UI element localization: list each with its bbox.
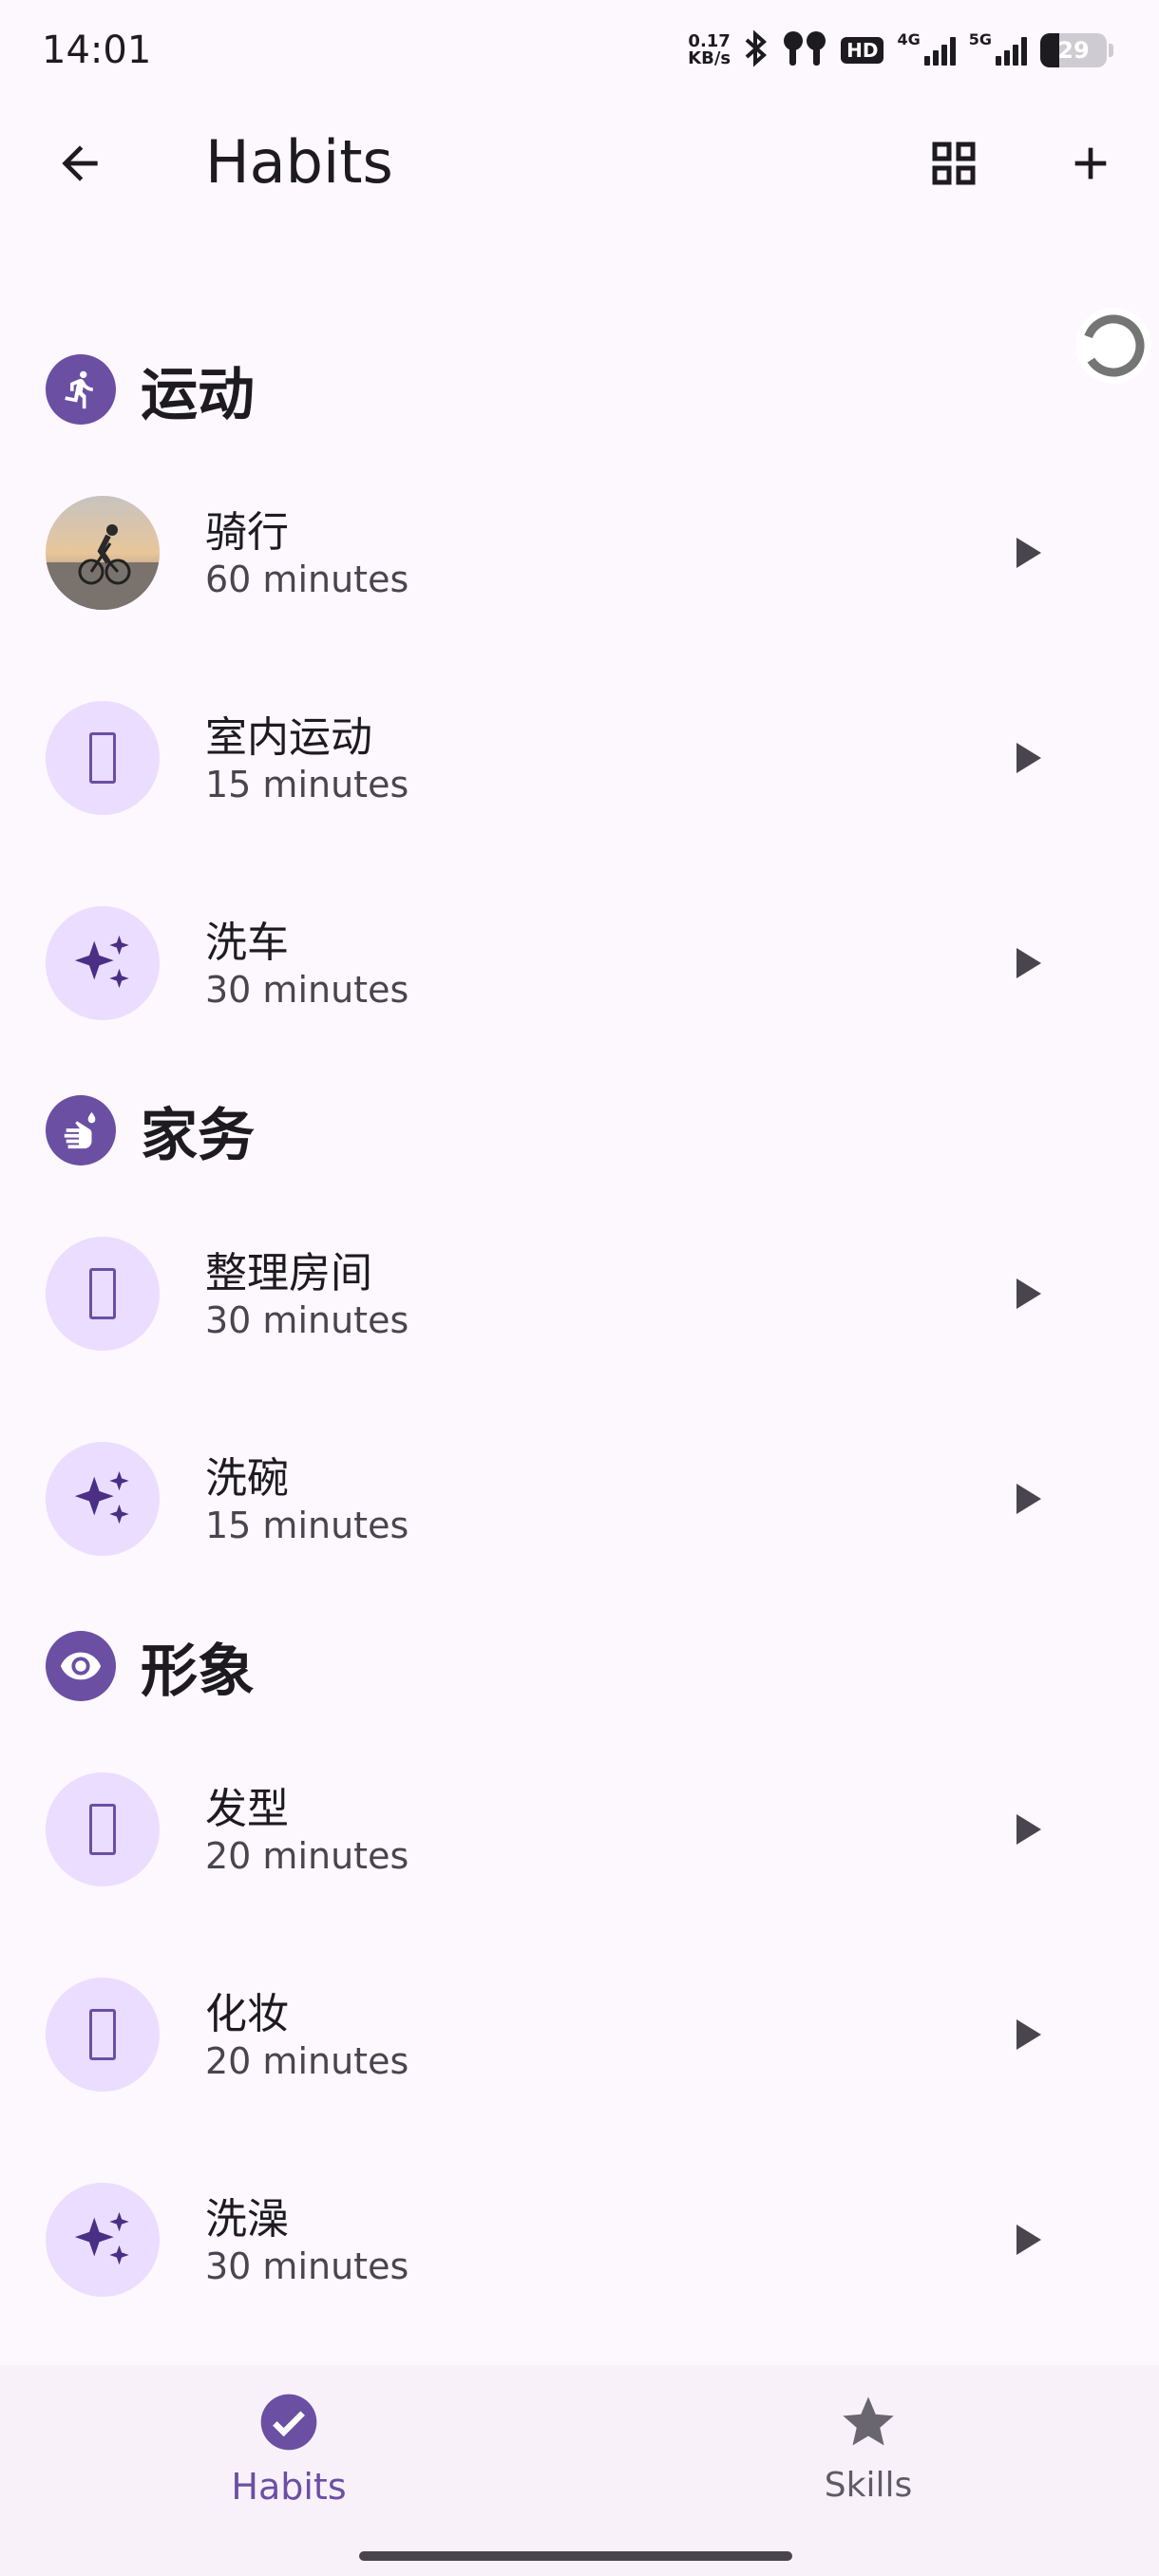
sparkle-icon xyxy=(74,935,129,989)
hd-voice-badge: HD xyxy=(841,37,884,64)
habit-item[interactable]: 骑行 60 minutes xyxy=(0,460,1159,650)
habit-name: 发型 xyxy=(205,1785,289,1833)
habit-avatar xyxy=(46,1237,160,1351)
missing-glyph-icon xyxy=(89,732,116,784)
play-button[interactable] xyxy=(980,712,1072,804)
play-icon xyxy=(1016,948,1041,978)
missing-glyph-icon xyxy=(89,1804,116,1855)
play-button[interactable] xyxy=(980,2194,1072,2285)
play-button[interactable] xyxy=(980,1989,1072,2080)
signal-1-label: 4G xyxy=(897,30,921,48)
habit-duration: 30 minutes xyxy=(205,2245,409,2287)
habit-avatar xyxy=(46,701,160,815)
cycling-photo xyxy=(46,496,160,610)
habit-avatar xyxy=(46,1442,160,1556)
sparkle-icon xyxy=(74,1470,129,1525)
habit-item[interactable]: 整理房间 30 minutes xyxy=(0,1201,1159,1391)
habit-name: 骑行 xyxy=(205,508,289,557)
battery-icon: 29 xyxy=(1040,33,1107,67)
play-icon xyxy=(1016,2019,1041,2050)
status-time: 14:01 xyxy=(42,28,152,72)
play-button[interactable] xyxy=(980,1784,1072,1875)
habit-duration: 15 minutes xyxy=(205,1505,409,1546)
habit-name: 洗车 xyxy=(205,919,289,967)
habit-duration: 30 minutes xyxy=(205,969,409,1011)
play-icon xyxy=(1016,538,1041,568)
missing-glyph-icon xyxy=(89,2009,116,2060)
habit-item[interactable]: 洗碗 15 minutes xyxy=(0,1406,1159,1596)
nav-label: Habits xyxy=(231,2466,347,2508)
play-icon xyxy=(1016,1814,1041,1845)
nav-item-habits[interactable]: Habits xyxy=(146,2388,431,2530)
grid-view-button[interactable] xyxy=(908,118,999,209)
arrow-back-icon xyxy=(62,145,98,181)
nav-item-skills[interactable]: Skills xyxy=(726,2388,1011,2530)
network-speed: 0.17 KB/s xyxy=(688,31,732,68)
star-icon xyxy=(834,2388,902,2456)
habit-item[interactable]: 发型 20 minutes xyxy=(0,1736,1159,1926)
bluetooth-icon xyxy=(744,29,769,71)
habit-item[interactable]: 洗澡 30 minutes xyxy=(0,2147,1159,2337)
running-icon xyxy=(46,354,116,425)
habit-name: 洗碗 xyxy=(205,1454,289,1503)
play-button[interactable] xyxy=(980,1453,1072,1544)
play-button[interactable] xyxy=(980,918,1072,1009)
play-button[interactable] xyxy=(980,1248,1072,1339)
nav-label: Skills xyxy=(824,2466,913,2505)
add-icon xyxy=(1074,147,1107,180)
habit-duration: 60 minutes xyxy=(205,559,409,600)
play-icon xyxy=(1016,1279,1041,1309)
battery-level: 29 xyxy=(1057,37,1090,64)
status-icons: 0.17 KB/s HD 4G 5G 29 xyxy=(688,27,1113,74)
signal-strength-icon xyxy=(996,35,1027,66)
earbuds-icon xyxy=(782,29,827,71)
habit-avatar xyxy=(46,1772,160,1886)
section-header-sports: 运动 xyxy=(46,353,255,428)
hand-wash-icon xyxy=(46,1095,116,1165)
habit-item[interactable]: 洗车 30 minutes xyxy=(0,870,1159,1060)
status-bar: 14:01 0.17 KB/s HD 4G 5G 29 xyxy=(0,0,1159,104)
play-icon xyxy=(1016,2225,1041,2255)
app-bar: Habits xyxy=(0,104,1159,218)
section-header-chores: 家务 xyxy=(46,1094,255,1169)
habit-item[interactable]: 室内运动 15 minutes xyxy=(0,665,1159,855)
habit-name: 室内运动 xyxy=(205,713,372,762)
eye-icon xyxy=(46,1631,116,1701)
grid-view-icon xyxy=(932,142,976,185)
habit-avatar xyxy=(46,1978,160,2092)
section-title: 形象 xyxy=(141,1638,255,1705)
sparkle-icon xyxy=(74,2211,129,2265)
missing-glyph-icon xyxy=(89,1268,116,1319)
section-title: 家务 xyxy=(141,1102,255,1169)
play-icon xyxy=(1016,743,1041,773)
signal-2-label: 5G xyxy=(968,30,992,48)
loading-spinner xyxy=(1064,296,1159,391)
habit-duration: 20 minutes xyxy=(205,1835,409,1877)
check-circle-icon xyxy=(255,2388,323,2456)
section-title: 运动 xyxy=(141,361,255,428)
habit-name: 整理房间 xyxy=(205,1249,372,1297)
bottom-navigation: Habits Skills xyxy=(0,2365,1159,2576)
play-icon xyxy=(1016,1484,1041,1514)
add-habit-button[interactable] xyxy=(1045,118,1136,209)
back-button[interactable] xyxy=(34,118,125,209)
habit-duration: 15 minutes xyxy=(205,764,409,805)
habit-duration: 30 minutes xyxy=(205,1299,409,1341)
play-button[interactable] xyxy=(980,507,1072,598)
habit-item[interactable]: 化妆 20 minutes xyxy=(0,1941,1159,2131)
page-title: Habits xyxy=(205,127,393,197)
section-header-appearance: 形象 xyxy=(46,1630,255,1705)
habit-avatar xyxy=(46,2183,160,2297)
signal-strength-icon xyxy=(923,35,956,66)
habit-duration: 20 minutes xyxy=(205,2040,409,2082)
home-indicator xyxy=(359,2551,792,2561)
habit-name: 化妆 xyxy=(205,1990,289,2038)
habit-avatar xyxy=(46,906,160,1020)
habit-name: 洗澡 xyxy=(205,2195,289,2244)
